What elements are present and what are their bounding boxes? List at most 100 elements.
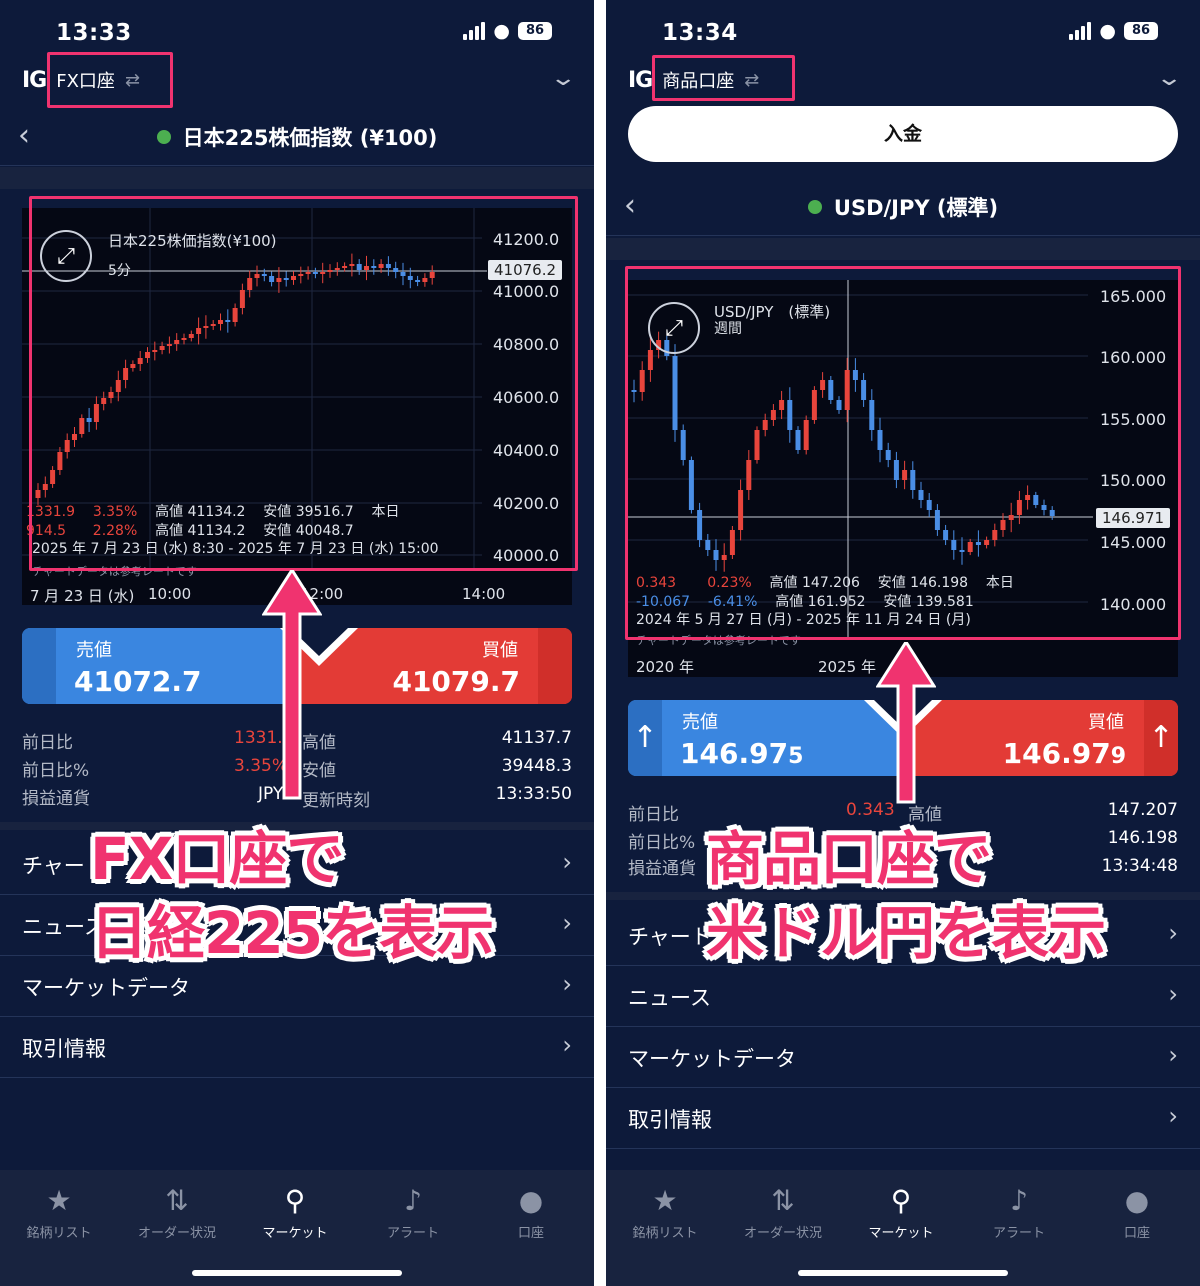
orders-icon: ⇅ — [771, 1184, 795, 1217]
buy-label: 買値 — [1088, 712, 1124, 733]
menu-item-market-data[interactable]: マーケットデータ › — [606, 1027, 1200, 1088]
signal-icon — [463, 22, 486, 40]
x-tick: 14:00 — [462, 585, 506, 603]
stat-value: 39448.3 — [501, 756, 572, 776]
buy-price-main: 146.97 — [1002, 737, 1111, 770]
deposit-button[interactable]: 入金 — [628, 106, 1178, 162]
chevron-right-icon: › — [562, 848, 572, 876]
stat-label: 前日比 — [22, 733, 73, 753]
account-icon: ● — [518, 1184, 544, 1217]
signal-icon — [1069, 22, 1092, 40]
tab-orders[interactable]: ⇅ オーダー状況 — [118, 1184, 236, 1241]
menu-item-label: マーケットデータ — [22, 976, 190, 1000]
stat-label: 前日比% — [628, 833, 696, 853]
battery-icon: 86 — [1124, 22, 1158, 40]
tab-bar: ★ 銘柄リスト ⇅ オーダー状況 ⚲ マーケット ♪ アラート ● 口座 — [0, 1170, 594, 1286]
sell-price: 146.975 — [680, 737, 803, 770]
home-indicator — [192, 1270, 402, 1276]
chevron-right-icon: › — [562, 909, 572, 937]
chevron-right-icon: › — [1168, 980, 1178, 1008]
x-tick: 2025 年 — [818, 658, 876, 676]
sell-button[interactable]: 売値 41072.7 — [22, 628, 297, 704]
instrument-title: USD/JPY (標準) — [833, 196, 999, 220]
chevron-right-icon: › — [562, 970, 572, 998]
stat-label: 前日比% — [22, 761, 90, 781]
tab-alerts[interactable]: ♪ アラート — [960, 1184, 1078, 1241]
buy-side-strip — [538, 628, 572, 704]
stat-label: 損益通貨 — [628, 859, 696, 879]
tab-label: アラート — [386, 1226, 439, 1241]
highlight-box-chart — [625, 266, 1181, 640]
wifi-icon: ● — [493, 20, 510, 42]
stat-value: 147.207 — [1107, 800, 1178, 820]
stat-value: 146.198 — [1107, 828, 1178, 848]
annotation-text-line1: FX口座で — [90, 825, 344, 893]
tab-orders[interactable]: ⇅ オーダー状況 — [724, 1184, 842, 1241]
search-icon: ⚲ — [890, 1184, 912, 1217]
status-time: 13:33 — [56, 20, 132, 46]
stat-value: 13:34:48 — [1101, 856, 1178, 876]
chevron-right-icon: › — [1168, 1041, 1178, 1069]
tab-bar: ★ 銘柄リスト ⇅ オーダー状況 ⚲ マーケット ♪ アラート ● 口座 — [606, 1170, 1200, 1286]
tab-label: 銘柄リスト — [632, 1226, 698, 1241]
buy-price: 41079.7 — [392, 665, 520, 698]
stat-label: 損益通貨 — [22, 789, 90, 809]
tab-market[interactable]: ⚲ マーケット — [236, 1184, 354, 1241]
instrument-header: ‹ 日本225株価指数 (¥100) — [0, 106, 594, 166]
chevron-down-icon[interactable]: ⌄ — [549, 66, 577, 91]
tab-label: オーダー状況 — [137, 1226, 216, 1241]
status-time: 13:34 — [662, 20, 738, 46]
tab-alerts[interactable]: ♪ アラート — [354, 1184, 472, 1241]
chevron-right-icon: › — [1168, 919, 1178, 947]
sell-button[interactable]: ↑ 売値 146.975 — [628, 700, 903, 776]
menu-item-trade-info[interactable]: 取引情報 › — [0, 1017, 594, 1078]
left-phone-screen: 13:33 ● 86 IG FX口座 ⇄ ⌄ ‹ 日本225株価指数 (¥100… — [0, 0, 594, 1286]
stat-label: 前日比 — [628, 805, 679, 825]
highlight-box-chart — [29, 196, 578, 571]
x-tick: 10:00 — [148, 585, 192, 603]
tab-market[interactable]: ⚲ マーケット — [842, 1184, 960, 1241]
separator-band — [606, 238, 1200, 260]
star-icon: ★ — [46, 1184, 72, 1217]
orders-icon: ⇅ — [165, 1184, 189, 1217]
tab-account[interactable]: ● 口座 — [472, 1184, 590, 1241]
status-icons: ● 86 — [463, 20, 552, 42]
buy-price-pip: 9 — [1110, 744, 1126, 769]
annotation-text-line1: 商品口座で — [706, 825, 992, 893]
tab-label: 銘柄リスト — [26, 1226, 92, 1241]
battery-icon: 86 — [518, 22, 552, 40]
sell-price-pip: 5 — [788, 744, 804, 769]
menu-item-label: マーケットデータ — [628, 1047, 796, 1071]
market-open-dot — [807, 200, 822, 214]
bell-icon: ♪ — [404, 1184, 422, 1217]
chevron-right-icon: › — [562, 1031, 572, 1059]
tab-label: オーダー状況 — [743, 1226, 822, 1241]
tab-watchlist[interactable]: ★ 銘柄リスト — [0, 1184, 118, 1241]
tab-watchlist[interactable]: ★ 銘柄リスト — [606, 1184, 724, 1241]
bell-icon: ♪ — [1010, 1184, 1028, 1217]
menu-item-label: チャート — [628, 925, 712, 949]
menu-item-label: 取引情報 — [22, 1037, 106, 1061]
instrument-header: ‹ USD/JPY (標準) — [606, 176, 1200, 236]
status-bar: 13:34 ● 86 — [606, 0, 1200, 60]
separator-band — [0, 167, 594, 189]
right-phone-screen: 13:34 ● 86 IG 商品口座 ⇄ ⌄ 入金 ‹ USD/JPY (標準)… — [606, 0, 1200, 1286]
tab-account[interactable]: ● 口座 — [1078, 1184, 1196, 1241]
wifi-icon: ● — [1099, 20, 1116, 42]
chevron-down-icon[interactable]: ⌄ — [1155, 66, 1183, 91]
stat-value: 41137.7 — [501, 728, 572, 748]
status-icons: ● 86 — [1069, 20, 1158, 42]
sell-label: 売値 — [682, 712, 718, 733]
tab-label: マーケット — [262, 1226, 328, 1241]
tab-label: マーケット — [868, 1226, 934, 1241]
menu-item-trade-info[interactable]: 取引情報 › — [606, 1088, 1200, 1149]
up-arrow-icon: ↑ — [1144, 700, 1178, 776]
buy-button[interactable]: ↑ 買値 146.979 — [903, 700, 1178, 776]
status-bar: 13:33 ● 86 — [0, 0, 594, 60]
search-icon: ⚲ — [284, 1184, 306, 1217]
tab-label: 口座 — [517, 1226, 544, 1241]
account-icon: ● — [1124, 1184, 1150, 1217]
market-open-dot — [156, 130, 171, 144]
sell-side-strip — [22, 628, 56, 704]
menu-item-news[interactable]: ニュース › — [606, 966, 1200, 1027]
